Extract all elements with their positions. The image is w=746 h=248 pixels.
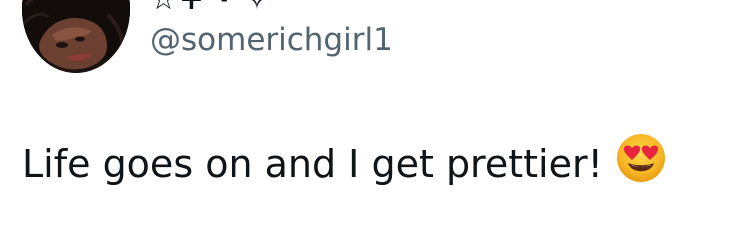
heart-eyes-emoji-icon — [615, 132, 667, 193]
display-name[interactable]: ☆+ · ✧ — [150, 0, 271, 17]
tweet-text-content: Life goes on and I get prettier! — [22, 142, 603, 186]
user-handle[interactable]: @somerichgirl1 — [150, 22, 393, 58]
avatar[interactable] — [22, 0, 130, 73]
tweet-card: ☆+ · ✧ @somerichgirl1 Life goes on and I… — [0, 0, 746, 248]
avatar-photo — [22, 0, 130, 73]
tweet-text: Life goes on and I get prettier! — [22, 134, 667, 193]
